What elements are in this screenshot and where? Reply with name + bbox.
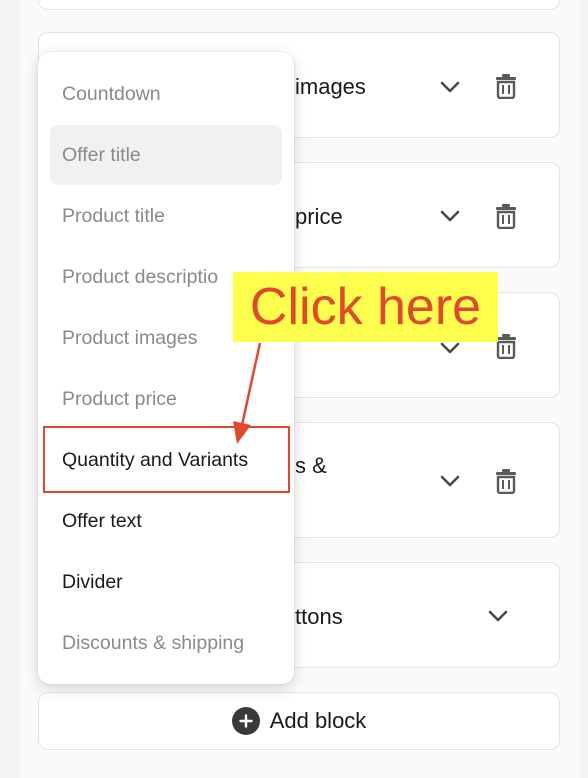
chevron-down-icon[interactable] (437, 74, 463, 100)
menu-item-discounts-shipping[interactable]: Discounts & shipping (50, 613, 282, 673)
menu-item-countdown[interactable]: Countdown (50, 64, 282, 124)
plus-circle-icon (231, 707, 260, 735)
block-title: price (295, 204, 343, 229)
trash-icon[interactable] (495, 203, 517, 229)
menu-item-product-title[interactable]: Product title (50, 186, 282, 246)
chevron-down-icon[interactable] (437, 468, 463, 494)
block-title: images (295, 74, 366, 99)
chevron-down-icon[interactable] (437, 203, 463, 229)
add-block-button[interactable]: Add block (38, 692, 560, 750)
block-title: s & (295, 453, 327, 478)
menu-item-divider[interactable]: Divider (50, 552, 282, 612)
trash-icon[interactable] (495, 468, 517, 494)
block-title: ttons (295, 604, 343, 629)
block-card-top[interactable] (38, 0, 560, 10)
trash-icon[interactable] (495, 73, 517, 99)
click-here-callout: Click here (233, 272, 498, 342)
menu-item-quantity-and-variants[interactable]: Quantity and Variants (50, 430, 282, 490)
add-block-label: Add block (269, 708, 367, 733)
menu-item-offer-text[interactable]: Offer text (50, 491, 282, 551)
chevron-down-icon[interactable] (485, 603, 511, 629)
menu-item-offer-title[interactable]: Offer title (50, 125, 282, 185)
block-type-menu: Countdown Offer title Product title Prod… (38, 52, 294, 684)
trash-icon[interactable] (495, 333, 517, 359)
menu-item-product-price[interactable]: Product price (50, 369, 282, 429)
